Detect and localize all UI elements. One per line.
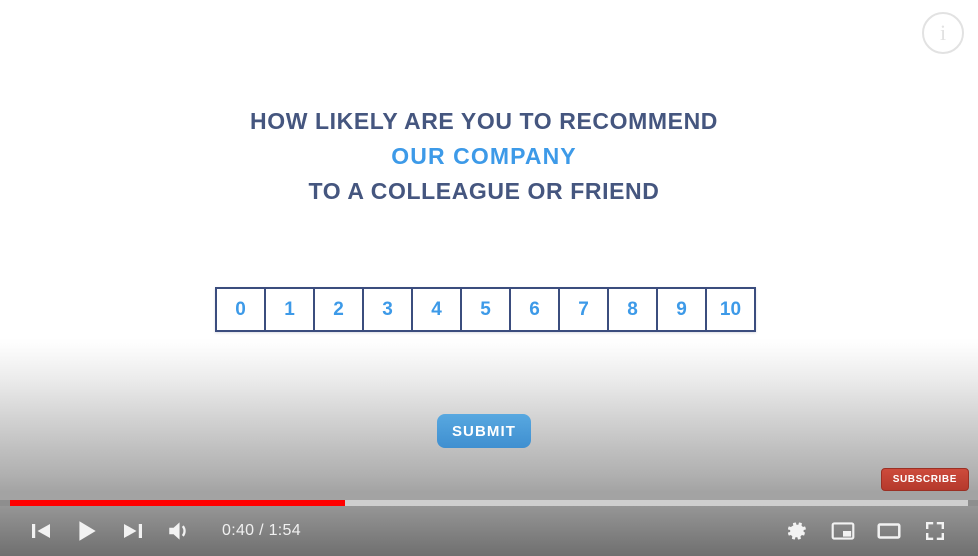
- info-glyph: i: [939, 20, 947, 45]
- next-icon: [121, 519, 145, 543]
- video-canvas[interactable]: HOW LIKELY ARE YOU TO RECOMMEND OUR COMP…: [0, 0, 978, 556]
- survey-headline: HOW LIKELY ARE YOU TO RECOMMEND OUR COMP…: [0, 104, 968, 209]
- controls-left-group: 0:40 / 1:54: [0, 506, 301, 556]
- play-icon: [74, 518, 100, 544]
- info-icon[interactable]: i: [922, 12, 964, 54]
- theater-icon: [876, 518, 902, 544]
- previous-icon: [29, 519, 53, 543]
- nps-option-6[interactable]: 6: [511, 289, 560, 330]
- time-display: 0:40 / 1:54: [222, 522, 301, 539]
- nps-option-5[interactable]: 5: [462, 289, 511, 330]
- settings-button[interactable]: [774, 506, 820, 556]
- theater-button[interactable]: [866, 506, 912, 556]
- previous-button[interactable]: [18, 506, 64, 556]
- miniplayer-button[interactable]: [820, 506, 866, 556]
- nps-option-7[interactable]: 7: [560, 289, 609, 330]
- headline-line-3: TO A COLLEAGUE OR FRIEND: [308, 178, 660, 204]
- video-player: HOW LIKELY ARE YOU TO RECOMMEND OUR COMP…: [0, 0, 978, 556]
- headline-line-1: HOW LIKELY ARE YOU TO RECOMMEND: [250, 108, 718, 134]
- nps-option-4[interactable]: 4: [413, 289, 462, 330]
- volume-button[interactable]: [156, 506, 202, 556]
- nps-option-10[interactable]: 10: [707, 289, 754, 330]
- controls-right-group: [774, 506, 978, 556]
- fullscreen-icon: [923, 519, 947, 543]
- nps-option-3[interactable]: 3: [364, 289, 413, 330]
- submit-button[interactable]: SUBMIT: [437, 414, 531, 448]
- nps-option-0[interactable]: 0: [217, 289, 266, 330]
- gear-icon: [785, 519, 809, 543]
- fullscreen-button[interactable]: [912, 506, 958, 556]
- nps-option-9[interactable]: 9: [658, 289, 707, 330]
- subscribe-button[interactable]: SUBSCRIBE: [880, 468, 969, 491]
- volume-icon: [166, 518, 192, 544]
- player-control-bar: 0:40 / 1:54: [0, 506, 978, 556]
- nps-option-1[interactable]: 1: [266, 289, 315, 330]
- nps-option-8[interactable]: 8: [609, 289, 658, 330]
- headline-line-2: OUR COMPANY: [391, 143, 577, 169]
- nps-rating-scale[interactable]: 0 1 2 3 4 5 6 7 8 9 10: [215, 287, 756, 332]
- nps-option-2[interactable]: 2: [315, 289, 364, 330]
- miniplayer-icon: [830, 518, 856, 544]
- next-button[interactable]: [110, 506, 156, 556]
- play-button[interactable]: [64, 506, 110, 556]
